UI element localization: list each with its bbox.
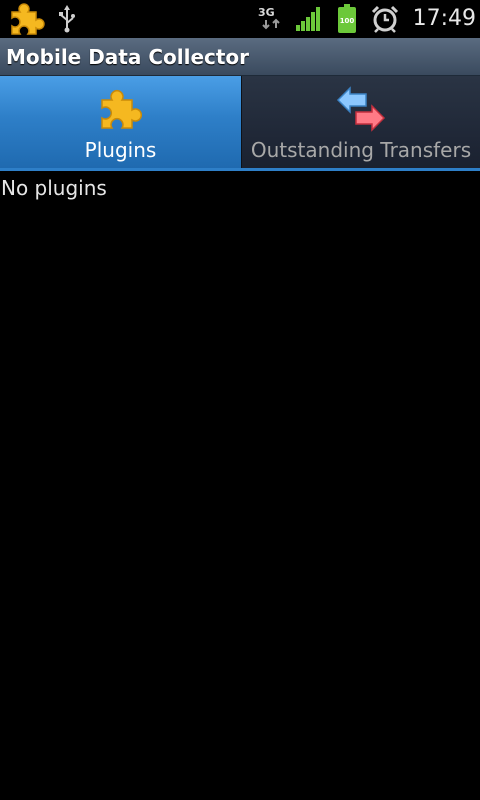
- tab-outstanding-transfers[interactable]: Outstanding Transfers: [241, 76, 480, 168]
- puzzle-icon: [96, 86, 144, 134]
- tab-outstanding-transfers-label: Outstanding Transfers: [250, 138, 472, 162]
- tab-plugins[interactable]: Plugins: [0, 76, 241, 168]
- app-title: Mobile Data Collector: [6, 45, 250, 69]
- transfer-arrows-icon: [336, 86, 386, 134]
- 3g-data-icon: 3G: [256, 5, 286, 33]
- alarm-icon: [371, 5, 399, 33]
- signal-icon: [296, 7, 322, 31]
- battery-icon: 100: [338, 4, 356, 33]
- svg-text:3G: 3G: [258, 6, 275, 19]
- usb-icon: [56, 4, 78, 34]
- status-bar: 3G 100 17:49: [0, 0, 480, 38]
- tab-plugins-label: Plugins: [84, 138, 157, 162]
- tab-bar: Plugins Outstanding Transfers: [0, 76, 480, 171]
- plugin-list: No plugins: [0, 172, 480, 800]
- svg-text:100: 100: [340, 17, 355, 25]
- empty-list-message: No plugins: [1, 176, 107, 200]
- tab-indicator-line: [0, 168, 480, 171]
- puzzle-icon: [8, 2, 46, 36]
- app-title-bar: Mobile Data Collector: [0, 38, 480, 76]
- clock-time: 17:49: [412, 6, 476, 31]
